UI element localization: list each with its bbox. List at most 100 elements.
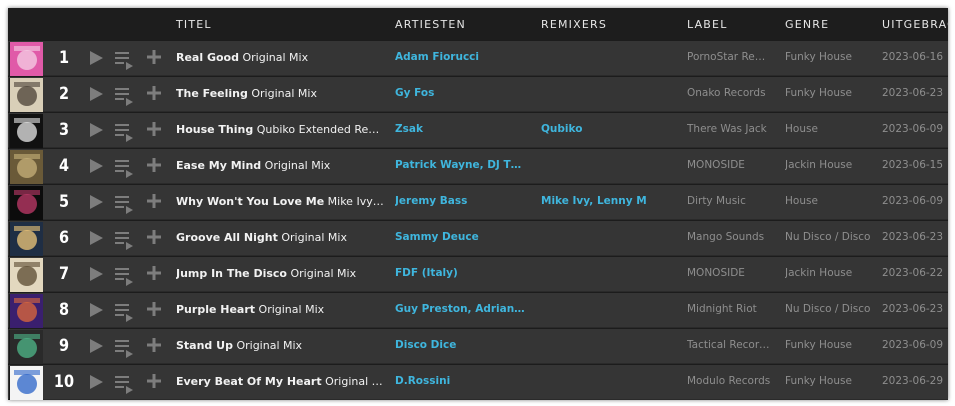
- play-icon[interactable]: [88, 50, 104, 66]
- track-genre[interactable]: House: [785, 195, 875, 207]
- track-title[interactable]: Purple Heart Original Mix: [176, 303, 386, 316]
- add-to-playlist-icon[interactable]: [146, 301, 162, 317]
- track-remixers-link[interactable]: Mike Ivy, Lenny M: [541, 195, 671, 207]
- column-header-label[interactable]: LABEL: [687, 18, 728, 31]
- play-icon[interactable]: [88, 266, 104, 282]
- track-label[interactable]: Dirty Music: [687, 195, 771, 207]
- track-number: 6: [58, 228, 70, 248]
- track-label[interactable]: Mango Sounds: [687, 231, 771, 243]
- track-title[interactable]: Stand Up Original Mix: [176, 339, 386, 352]
- track-artwork[interactable]: [9, 258, 43, 292]
- table-row[interactable]: 5 Why Won't You Love Me Mike Ivy & Lenny…: [8, 184, 948, 220]
- add-to-playlist-icon[interactable]: [146, 49, 162, 65]
- track-artists-link[interactable]: Guy Preston, Adrian Cruz: [395, 303, 525, 315]
- add-to-queue-icon[interactable]: [114, 302, 134, 322]
- track-label[interactable]: MONOSIDE: [687, 267, 771, 279]
- add-to-queue-icon[interactable]: [114, 194, 134, 214]
- track-artwork[interactable]: [9, 366, 43, 400]
- track-genre[interactable]: House: [785, 123, 875, 135]
- track-artists-link[interactable]: Sammy Deuce: [395, 231, 525, 243]
- track-title[interactable]: Real Good Original Mix: [176, 51, 386, 64]
- track-label[interactable]: Onako Records: [687, 87, 771, 99]
- track-artwork[interactable]: [9, 42, 43, 76]
- table-row[interactable]: 10 Every Beat Of My Heart Original Mix D…: [8, 364, 948, 400]
- add-to-queue-icon[interactable]: [114, 266, 134, 286]
- add-to-queue-icon[interactable]: [114, 86, 134, 106]
- play-icon[interactable]: [88, 338, 104, 354]
- play-icon[interactable]: [88, 302, 104, 318]
- table-row[interactable]: 2 The Feeling Original Mix Gy Fos Onako …: [8, 76, 948, 112]
- track-artists-link[interactable]: Zsak: [395, 123, 525, 135]
- table-row[interactable]: 3 House Thing Qubiko Extended Remix Zsak…: [8, 112, 948, 148]
- track-genre[interactable]: Funky House: [785, 375, 875, 387]
- play-icon[interactable]: [88, 374, 104, 390]
- add-to-queue-icon[interactable]: [114, 230, 134, 250]
- track-title[interactable]: Every Beat Of My Heart Original Mix: [176, 375, 386, 388]
- add-to-playlist-icon[interactable]: [146, 373, 162, 389]
- track-genre[interactable]: Funky House: [785, 51, 875, 63]
- add-to-playlist-icon[interactable]: [146, 229, 162, 245]
- track-label[interactable]: Tactical Records: [687, 339, 771, 351]
- track-artwork[interactable]: [9, 330, 43, 364]
- track-artwork[interactable]: [9, 114, 43, 148]
- add-to-queue-icon[interactable]: [114, 374, 134, 394]
- column-header-released[interactable]: UITGEBRACHT: [882, 18, 948, 31]
- column-header-title[interactable]: TITEL: [176, 18, 212, 31]
- track-artists-link[interactable]: D.Rossini: [395, 375, 525, 387]
- track-artwork[interactable]: [9, 222, 43, 256]
- table-row[interactable]: 1 Real Good Original Mix Adam Fiorucci P…: [8, 40, 948, 76]
- track-remixers-link[interactable]: Qubiko: [541, 123, 671, 135]
- track-title[interactable]: Why Won't You Love Me Mike Ivy & Lenny M…: [176, 195, 386, 208]
- track-label[interactable]: Modulo Records: [687, 375, 771, 387]
- track-title[interactable]: Groove All Night Original Mix: [176, 231, 386, 244]
- track-label[interactable]: There Was Jack: [687, 123, 771, 135]
- track-title[interactable]: Jump In The Disco Original Mix: [176, 267, 386, 280]
- play-icon[interactable]: [88, 158, 104, 174]
- table-row[interactable]: 6 Groove All Night Original Mix Sammy De…: [8, 220, 948, 256]
- track-artwork[interactable]: [9, 294, 43, 328]
- add-to-queue-icon[interactable]: [114, 122, 134, 142]
- track-title[interactable]: Ease My Mind Original Mix: [176, 159, 386, 172]
- table-row[interactable]: 9 Stand Up Original Mix Disco Dice Tacti…: [8, 328, 948, 364]
- track-title[interactable]: House Thing Qubiko Extended Remix: [176, 123, 386, 136]
- column-header-genre[interactable]: GENRE: [785, 18, 829, 31]
- track-artwork[interactable]: [9, 186, 43, 220]
- track-artwork[interactable]: [9, 150, 43, 184]
- track-label[interactable]: Midnight Riot: [687, 303, 771, 315]
- add-to-playlist-icon[interactable]: [146, 337, 162, 353]
- track-genre[interactable]: Jackin House: [785, 267, 875, 279]
- track-artists-link[interactable]: FDF (Italy): [395, 267, 525, 279]
- track-genre[interactable]: Jackin House: [785, 159, 875, 171]
- track-genre[interactable]: Nu Disco / Disco: [785, 303, 875, 315]
- track-label[interactable]: MONOSIDE: [687, 159, 771, 171]
- add-to-playlist-icon[interactable]: [146, 193, 162, 209]
- track-title[interactable]: The Feeling Original Mix: [176, 87, 386, 100]
- track-genre[interactable]: Nu Disco / Disco: [785, 231, 875, 243]
- track-artists-link[interactable]: Jeremy Bass: [395, 195, 525, 207]
- track-artists-link[interactable]: Gy Fos: [395, 87, 525, 99]
- add-to-queue-icon[interactable]: [114, 158, 134, 178]
- track-artists-link[interactable]: Disco Dice: [395, 339, 525, 351]
- play-icon[interactable]: [88, 122, 104, 138]
- column-header-remixers[interactable]: REMIXERS: [541, 18, 607, 31]
- column-header-artists[interactable]: ARTIESTEN: [395, 18, 466, 31]
- track-artists-link[interactable]: Adam Fiorucci: [395, 51, 525, 63]
- add-to-playlist-icon[interactable]: [146, 265, 162, 281]
- add-to-playlist-icon[interactable]: [146, 157, 162, 173]
- track-genre[interactable]: Funky House: [785, 339, 875, 351]
- add-to-queue-icon[interactable]: [114, 338, 134, 358]
- track-label[interactable]: PornoStar Records: [687, 51, 771, 63]
- add-to-playlist-icon[interactable]: [146, 121, 162, 137]
- play-icon[interactable]: [88, 194, 104, 210]
- play-icon[interactable]: [88, 86, 104, 102]
- add-to-playlist-icon[interactable]: [146, 85, 162, 101]
- add-to-queue-icon[interactable]: [114, 50, 134, 70]
- track-genre[interactable]: Funky House: [785, 87, 875, 99]
- track-artwork[interactable]: [9, 78, 43, 112]
- track-number: 7: [58, 264, 70, 284]
- track-artists-link[interactable]: Patrick Wayne, DJ THREESIXTY: [395, 159, 525, 171]
- table-row[interactable]: 8 Purple Heart Original Mix Guy Preston,…: [8, 292, 948, 328]
- table-row[interactable]: 4 Ease My Mind Original Mix Patrick Wayn…: [8, 148, 948, 184]
- table-row[interactable]: 7 Jump In The Disco Original Mix FDF (It…: [8, 256, 948, 292]
- play-icon[interactable]: [88, 230, 104, 246]
